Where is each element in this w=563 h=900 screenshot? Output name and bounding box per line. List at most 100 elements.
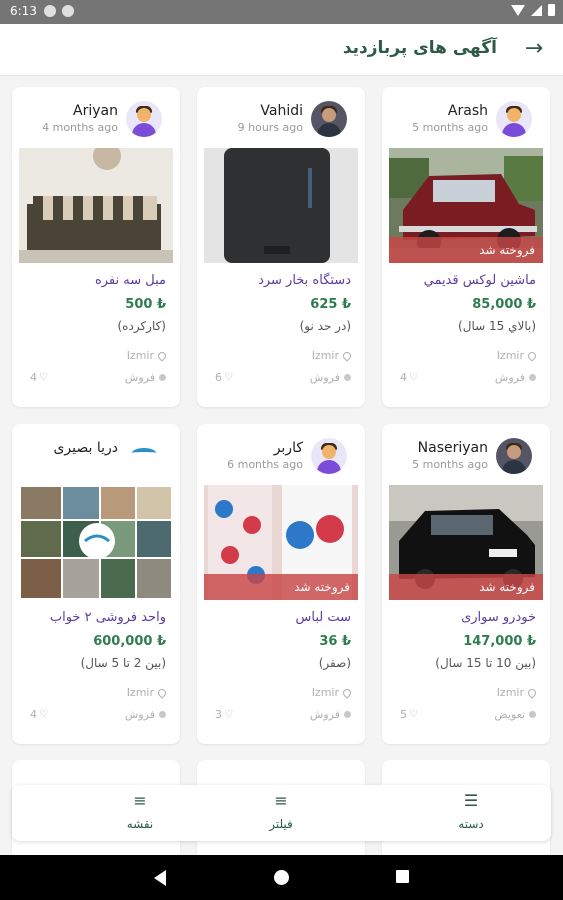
location-text: Izmir [126, 686, 154, 699]
home-icon[interactable] [274, 870, 289, 885]
photo-avatar [496, 438, 532, 474]
app-bar: آگهی های پربازدید → [0, 24, 563, 76]
nav-filter[interactable]: ≡ فیلتر [231, 791, 331, 835]
nav-map[interactable]: ≡ نقشه [90, 791, 190, 835]
post-time: 9 hours ago [237, 121, 303, 134]
company-logo [126, 438, 162, 474]
ad-title: ست لباس [295, 610, 351, 625]
ad-title: ماشين لوكس قديمي [423, 273, 536, 288]
likes: 4 ♡ [30, 708, 48, 721]
ad-title: مبل سه نفره [94, 273, 166, 288]
type-dot-icon [344, 711, 351, 718]
post-time: 5 months ago [412, 121, 488, 134]
type-dot-icon [529, 711, 536, 718]
location-text: Izmir [311, 349, 339, 362]
ad-photo [204, 148, 358, 263]
type-dot-icon [344, 374, 351, 381]
location-pin-icon [341, 686, 353, 699]
wifi-icon [511, 4, 525, 16]
notification-icon [44, 5, 56, 17]
page-title: آگهی های پربازدید [342, 38, 497, 58]
heart-icon: ♡ [224, 709, 233, 720]
ad-type-label: فروش [124, 708, 155, 721]
ad-title: دستگاه بخار سرد [258, 273, 351, 288]
user-name: Vahidi [260, 103, 303, 119]
heart-icon: ♡ [39, 709, 48, 720]
ad-card[interactable]: دریا بصیری واحد فروشی ۲ خواب 600,000 ₺ (… [12, 424, 180, 744]
nav-filter-label: فیلتر [269, 817, 293, 831]
location: Izmir [126, 686, 168, 699]
user-name: دریا بصیری [53, 440, 118, 456]
ad-photo [19, 485, 173, 600]
ad-type-label: تعویض [494, 708, 525, 721]
status-bar: 6:13 [0, 0, 563, 24]
post-time: 5 months ago [412, 458, 488, 471]
back-icon[interactable] [154, 870, 166, 886]
nav-category[interactable]: ☰ دسته [421, 791, 521, 835]
ad-price: 625 ₺ [310, 297, 351, 312]
ad-price: 36 ₺ [319, 634, 351, 649]
ad-type-label: فروش [124, 371, 155, 384]
sold-badge: فروخته شد [204, 574, 358, 600]
sold-badge: فروخته شد [389, 237, 543, 263]
type-dot-icon [529, 374, 536, 381]
ad-type-label: فروش [309, 371, 340, 384]
location-pin-icon [526, 349, 538, 362]
ad-condition: (بین 2 تا 5 سال) [80, 656, 166, 670]
status-time: 6:13 [10, 4, 37, 18]
avatar-icon [496, 101, 532, 137]
user-name: Naseriyan [417, 440, 488, 456]
ad-condition: (بین 10 تا 15 سال) [435, 656, 536, 670]
location: Izmir [496, 349, 538, 362]
likes: 3 ♡ [215, 708, 233, 721]
nav-map-label: نقشه [126, 817, 154, 831]
notification-icons [44, 5, 74, 17]
location: Izmir [497, 686, 538, 699]
ad-card[interactable]: کاربر 6 months ago فروخته شد ست لباس 36 … [197, 424, 365, 744]
notification-icon [62, 5, 74, 17]
system-icons [511, 4, 555, 16]
user-name: کاربر [273, 440, 303, 456]
signal-icon [531, 4, 542, 16]
location-text: Izmir [496, 349, 524, 362]
likes: 6 ♡ [215, 371, 233, 384]
post-time: 4 months ago [42, 121, 118, 134]
ad-price: 600,000 ₺ [93, 634, 166, 649]
avatar-icon [126, 101, 162, 137]
heart-icon: ♡ [39, 372, 48, 383]
like-count: 5 [400, 708, 407, 721]
system-navigation-bar [0, 855, 563, 900]
ad-card[interactable]: Vahidi 9 hours ago دستگاه بخار سرد 625 ₺… [197, 87, 365, 407]
ad-card[interactable]: Naseriyan 5 months ago فروخته شد خودرو س… [382, 424, 550, 744]
location: Izmir [126, 349, 168, 362]
avatar-icon [311, 438, 347, 474]
ad-price: 147,000 ₺ [463, 634, 536, 649]
type-dot-icon [159, 711, 166, 718]
recent-apps-icon[interactable] [396, 870, 409, 883]
ad-type: فروش [125, 708, 166, 721]
sold-badge: فروخته شد [389, 574, 543, 600]
user-name: Ariyan [73, 103, 118, 119]
ad-photo: فروخته شد [389, 485, 543, 600]
ad-photo: فروخته شد [389, 148, 543, 263]
like-count: 3 [215, 708, 222, 721]
location-text: Izmir [126, 349, 154, 362]
nav-category-label: دسته [458, 817, 484, 831]
back-arrow-icon[interactable]: → [521, 36, 547, 62]
ad-card[interactable]: Ariyan 4 months ago مبل سه نفره 500 ₺ (ك… [12, 87, 180, 407]
location-text: Izmir [311, 686, 339, 699]
heart-icon: ♡ [409, 709, 418, 720]
ad-title: خودرو سواری [461, 610, 536, 625]
like-count: 4 [30, 371, 37, 384]
like-count: 4 [400, 371, 407, 384]
likes: 4 ♡ [400, 371, 418, 384]
list-icon: ☰ [463, 791, 479, 810]
ad-card[interactable]: Arash 5 months ago فروخته شد ماشين لوكس … [382, 87, 550, 407]
ad-type-label: فروش [494, 371, 525, 384]
location: Izmir [311, 686, 353, 699]
ad-price: 500 ₺ [125, 297, 166, 312]
ad-type: فروش [125, 371, 166, 384]
filter-icon: ≡ [274, 791, 288, 810]
type-dot-icon [159, 374, 166, 381]
ad-condition: (صفر) [318, 656, 351, 670]
